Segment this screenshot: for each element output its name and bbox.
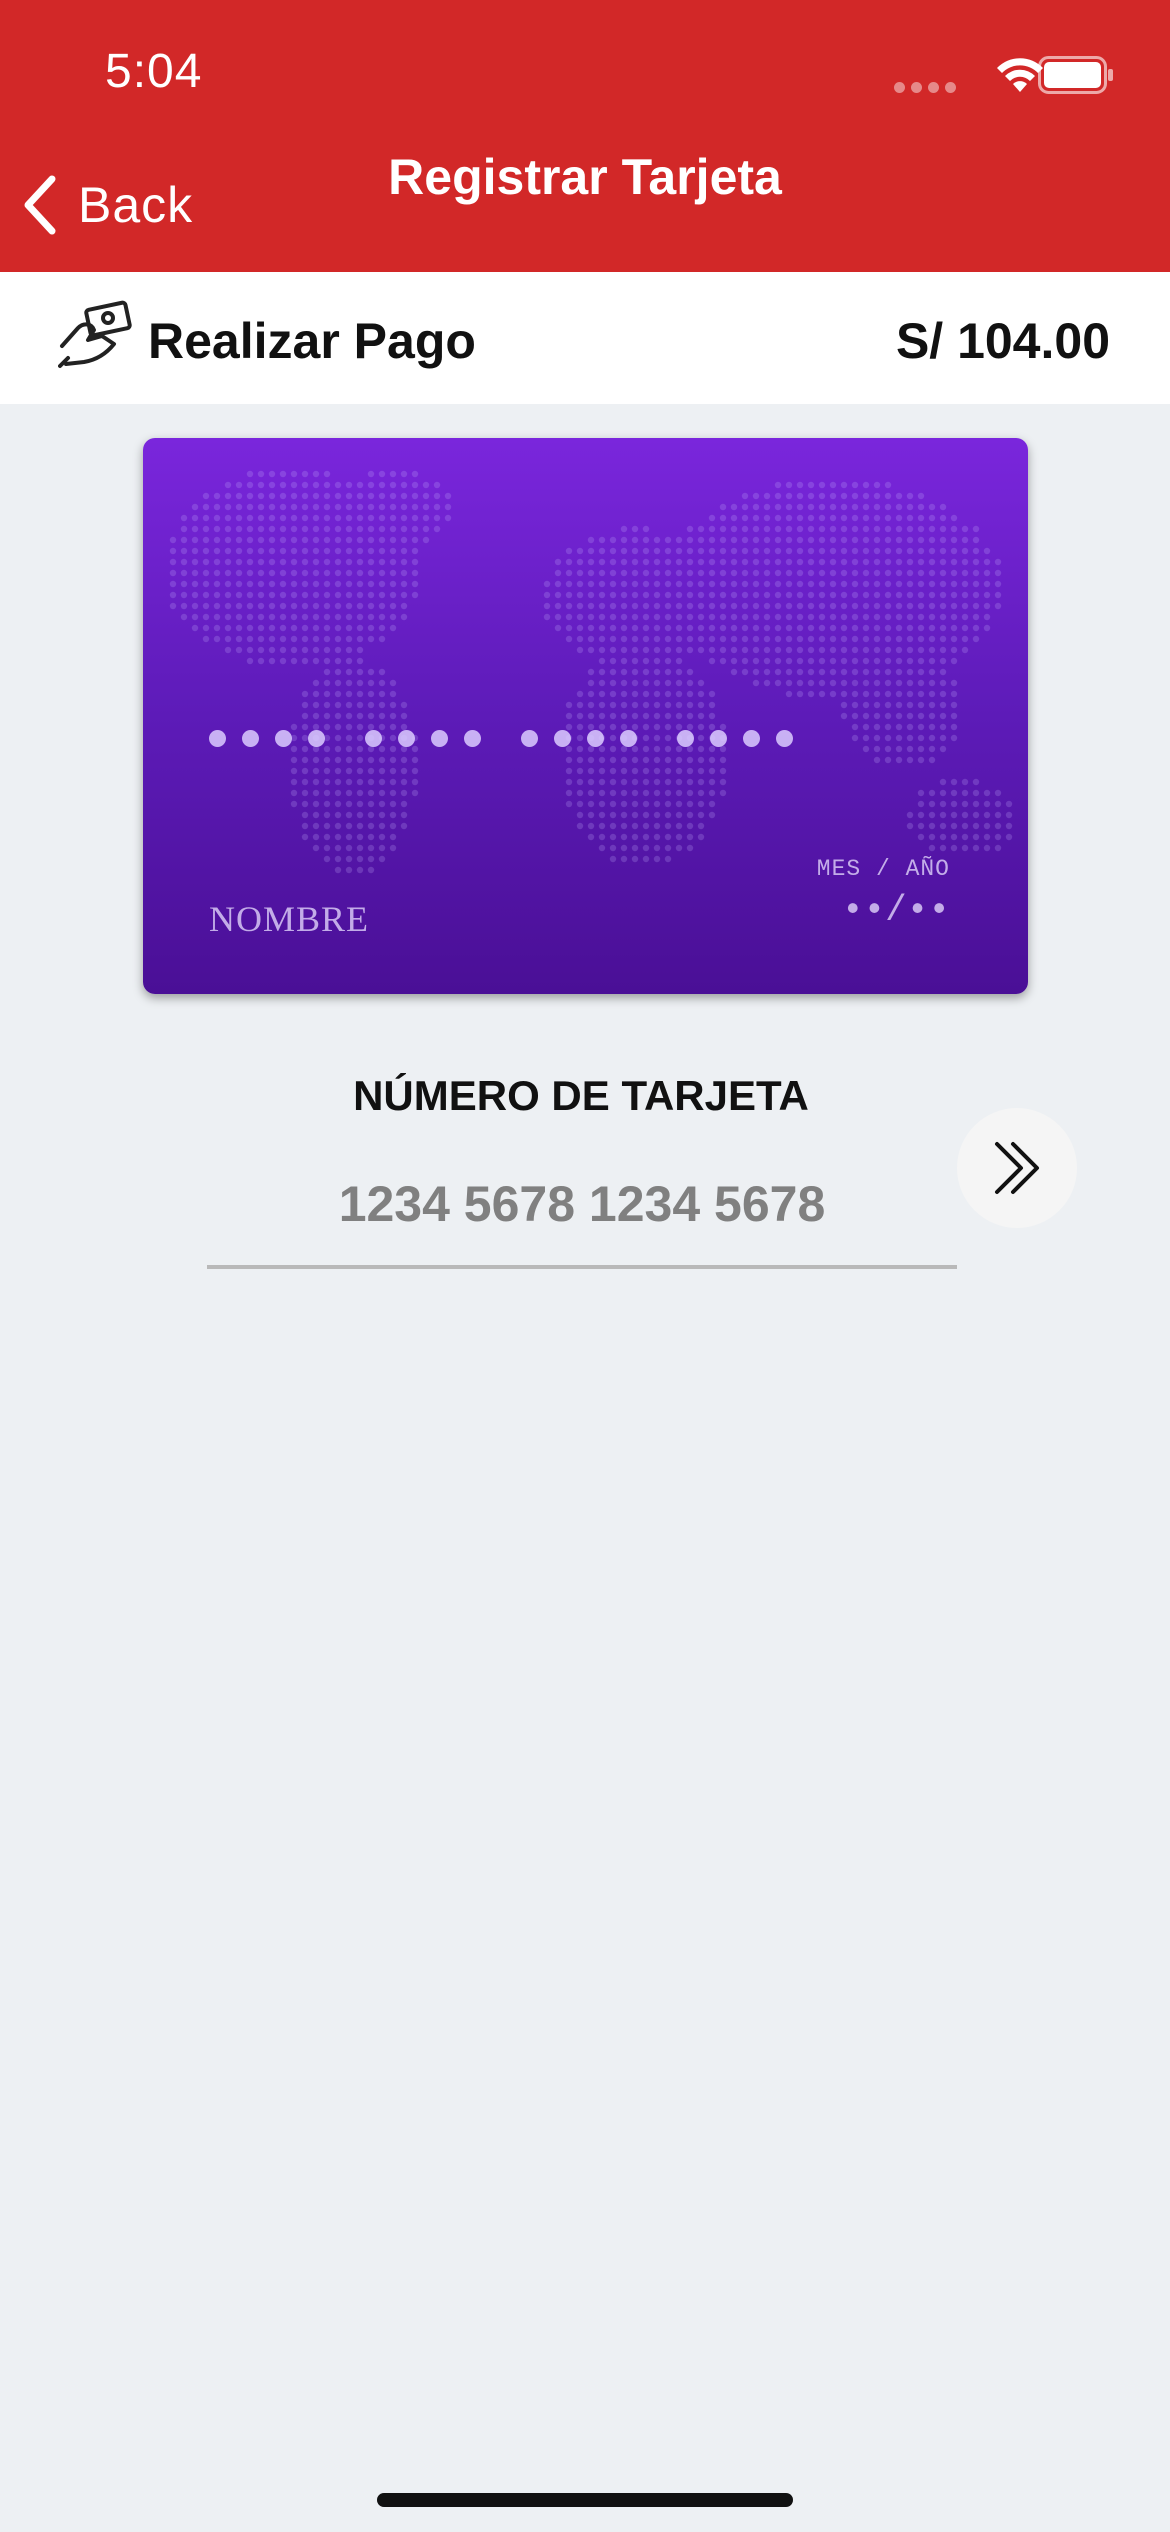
input-underline <box>207 1265 957 1269</box>
home-indicator <box>377 2493 793 2507</box>
card-number-mask <box>209 730 793 747</box>
card-expiry-value: ••/•• <box>841 890 950 931</box>
payment-summary: Realizar Pago S/ 104.00 <box>0 272 1170 404</box>
hand-payment-icon <box>58 300 132 368</box>
payment-amount: S/ 104.00 <box>895 313 1110 369</box>
battery-icon <box>1038 56 1113 94</box>
status-icons <box>894 50 1114 100</box>
status-time: 5:04 <box>105 45 203 98</box>
card-number-label: NÚMERO DE TARJETA <box>353 1072 809 1119</box>
payment-label: Realizar Pago <box>148 313 476 369</box>
credit-card-preview: NOMBRE MES / AÑO ••/•• <box>143 438 1028 994</box>
page-title: Registrar Tarjeta <box>388 149 782 205</box>
card-number-input[interactable] <box>207 1170 957 1238</box>
card-holder-name: NOMBRE <box>209 899 370 939</box>
double-chevron-right-icon <box>995 1142 1039 1194</box>
navigation-header: 5:04 Back Registrar Tarjeta <box>0 0 1170 272</box>
next-button[interactable] <box>957 1108 1077 1228</box>
cellular-signal-icon <box>894 80 962 98</box>
card-expiry-label: MES / AÑO <box>816 856 950 882</box>
